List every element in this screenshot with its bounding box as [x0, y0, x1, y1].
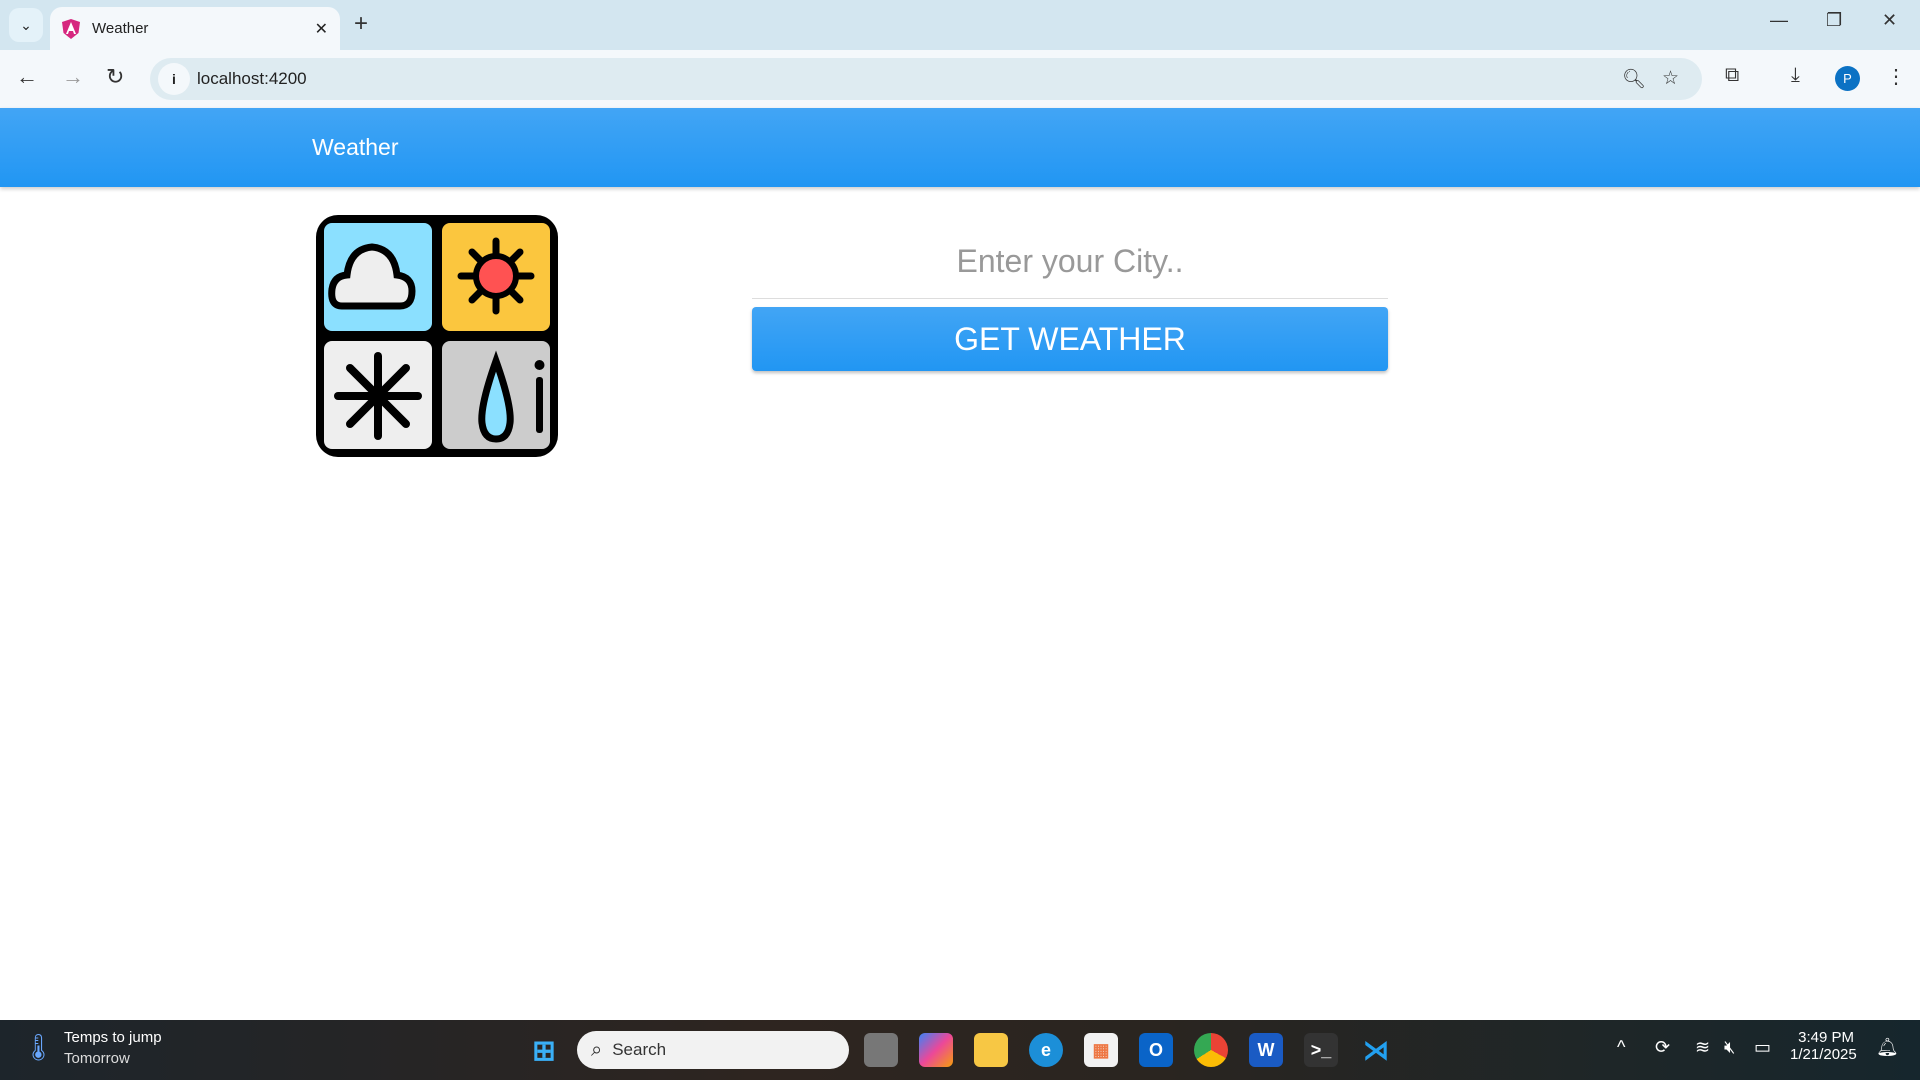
url-text: localhost:4200 [197, 69, 307, 88]
windows-start-icon[interactable]: ⊞ [527, 1033, 561, 1067]
clock-time: 3:49 PM [1798, 1029, 1854, 1046]
city-input[interactable] [752, 225, 1388, 299]
thermometer-icon[interactable]: 🌡︎ [22, 1032, 55, 1063]
search-label: Search [612, 1040, 667, 1059]
wifi-icon[interactable]: ≋ [1695, 1037, 1710, 1058]
app-title: Weather [312, 134, 399, 160]
terminal-icon[interactable]: >_ [1304, 1033, 1338, 1067]
outlook-icon[interactable]: O [1139, 1033, 1173, 1067]
system-clock[interactable]: 3:49 PM 1/21/2025 [1790, 1029, 1857, 1063]
tab-title: Weather [92, 20, 149, 37]
word-icon[interactable]: W [1249, 1033, 1283, 1067]
show-hidden-icons-chevron-icon[interactable]: ^ [1617, 1037, 1625, 1058]
site-info-icon[interactable]: i [158, 63, 190, 95]
volume-muted-icon[interactable]: 🔇︎ [1724, 1037, 1735, 1058]
tab-list-button[interactable]: ⌄ [9, 8, 43, 42]
minimize-icon[interactable]: — [1770, 10, 1788, 31]
extensions-icon[interactable]: ⧉ [1725, 64, 1739, 87]
menu-kebab-icon[interactable]: ⋮ [1886, 64, 1906, 89]
chrome-icon[interactable] [1194, 1033, 1228, 1067]
clock-date: 1/21/2025 [1790, 1046, 1857, 1063]
app-header: Weather [0, 108, 1920, 187]
taskbar-search[interactable]: ⌕ Search [577, 1031, 849, 1069]
copilot-icon[interactable] [919, 1033, 953, 1067]
weather-logo [316, 215, 558, 457]
sync-icon[interactable]: ⟳ [1655, 1037, 1670, 1058]
weather-widget-subtitle[interactable]: Tomorrow [64, 1050, 130, 1067]
battery-icon[interactable]: ▭ [1754, 1037, 1771, 1058]
close-tab-icon[interactable]: ✕ [315, 19, 328, 39]
angular-favicon-icon [62, 18, 80, 39]
back-icon[interactable]: ← [16, 64, 38, 90]
reload-icon[interactable]: ↻ [106, 64, 124, 90]
microsoft-store-icon[interactable]: ▦ [1084, 1033, 1118, 1067]
get-weather-button[interactable]: GET WEATHER [752, 307, 1388, 371]
forward-icon[interactable]: → [62, 64, 84, 90]
browser-toolbar: ← → ↻ i localhost:4200 🔍︎ ☆ ⧉ ⤓ P ⋮ [0, 50, 1920, 108]
tab-weather[interactable]: Weather ✕ [50, 7, 340, 50]
address-bar[interactable]: i localhost:4200 🔍︎ ☆ [150, 58, 1702, 100]
download-icon[interactable]: ⤓ [1791, 64, 1800, 87]
vscode-icon[interactable]: ⋊ [1359, 1033, 1393, 1067]
edge-icon[interactable]: e [1029, 1033, 1063, 1067]
windows-taskbar: 🌡︎ Temps to jump Tomorrow ⊞ ⌕ Search e ▦ … [0, 1020, 1920, 1080]
new-tab-button[interactable]: + [354, 10, 368, 38]
search-icon: ⌕ [591, 1038, 603, 1061]
notification-bell-icon[interactable]: 🔔︎ [1876, 1037, 1899, 1058]
bookmark-star-icon[interactable]: ☆ [1662, 67, 1679, 90]
browser-tab-bar: ⌄ Weather ✕ + — ❐ ✕ [0, 0, 1920, 50]
task-view-icon[interactable] [864, 1033, 898, 1067]
profile-avatar[interactable]: P [1835, 66, 1860, 91]
close-window-icon[interactable]: ✕ [1882, 10, 1897, 31]
file-explorer-icon[interactable] [974, 1033, 1008, 1067]
weather-widget-title[interactable]: Temps to jump [64, 1029, 162, 1046]
restore-icon[interactable]: ❐ [1826, 10, 1842, 31]
zoom-icon[interactable]: 🔍︎ [1622, 67, 1646, 91]
